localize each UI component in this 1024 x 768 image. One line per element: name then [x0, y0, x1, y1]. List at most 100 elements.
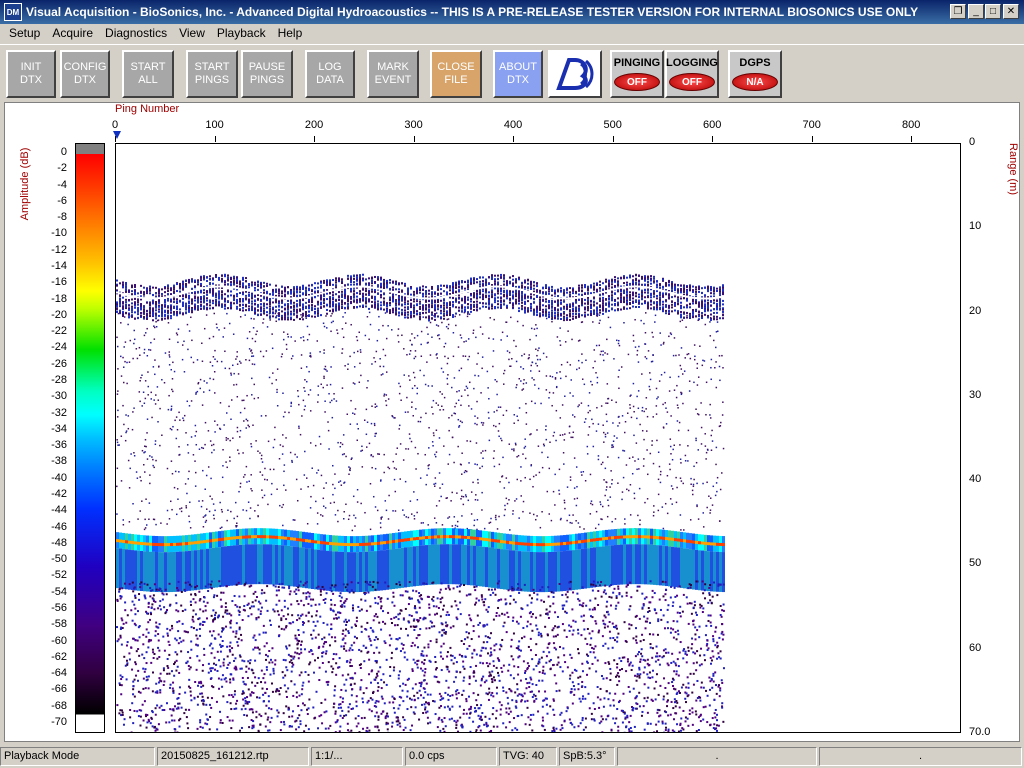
menu-setup[interactable]: Setup	[0, 26, 46, 40]
echo-sample	[236, 307, 238, 310]
echo-sample	[131, 428, 134, 431]
echo-sample	[482, 298, 484, 301]
menu-playback[interactable]: Playback	[211, 26, 272, 40]
echo-sample	[133, 338, 136, 341]
echo-sample	[505, 497, 508, 500]
echo-sample	[143, 315, 145, 318]
echo-sample	[548, 316, 550, 319]
echo-sample	[655, 413, 658, 415]
echo-sample	[671, 310, 673, 313]
menu-diagnostics[interactable]: Diagnostics	[99, 26, 173, 40]
echo-sample	[452, 301, 454, 304]
echo-sample	[281, 301, 283, 304]
echo-sample	[201, 342, 203, 345]
echo-sample	[630, 416, 633, 419]
echo-sample	[356, 295, 358, 298]
echo-sample	[659, 293, 661, 296]
init-dtx-button[interactable]: INIT DTX	[6, 50, 56, 98]
echo-sample	[329, 303, 331, 306]
echo-sample	[442, 408, 445, 411]
echo-sample	[205, 519, 208, 522]
echo-sample	[144, 380, 147, 382]
echo-sample	[131, 293, 133, 296]
echo-sample	[309, 389, 312, 391]
echo-sample	[431, 285, 433, 288]
echo-sample	[211, 365, 214, 367]
echo-sample	[437, 315, 439, 318]
echo-sample	[521, 297, 523, 300]
echo-sample	[590, 285, 592, 288]
config-dtx-button[interactable]: CONFIG DTX	[60, 50, 110, 98]
echo-sample	[233, 295, 235, 298]
echo-sample	[215, 302, 217, 305]
echo-sample	[643, 458, 645, 460]
echo-sample	[419, 307, 421, 310]
echo-sample	[266, 284, 268, 287]
echo-sample	[454, 405, 456, 408]
echo-sample	[398, 296, 400, 299]
echo-sample	[434, 301, 436, 304]
maximize-icon[interactable]: □	[985, 4, 1001, 19]
echo-sample	[419, 300, 421, 303]
menu-help[interactable]: Help	[272, 26, 309, 40]
echo-sample	[503, 295, 505, 298]
close-icon[interactable]: ✕	[1003, 4, 1019, 19]
echo-sample	[650, 282, 652, 285]
echo-sample	[389, 281, 391, 284]
mark-event-button[interactable]: MARK EVENT	[367, 50, 419, 98]
echo-sample	[257, 313, 259, 316]
echo-sample	[392, 281, 394, 284]
echo-sample	[677, 407, 679, 409]
echo-sample	[457, 346, 460, 348]
echo-sample	[539, 293, 542, 296]
echo-sample	[218, 300, 220, 303]
echo-sample	[293, 312, 295, 315]
echo-sample	[453, 461, 455, 464]
echo-sample	[269, 295, 272, 298]
echo-sample	[368, 442, 371, 445]
echo-sample	[380, 276, 382, 279]
echo-sample	[671, 287, 673, 290]
echo-sample	[440, 299, 442, 302]
echo-sample	[536, 314, 538, 317]
echo-sample	[679, 458, 682, 460]
echo-sample	[272, 446, 275, 449]
biosonics-logo-button[interactable]	[548, 50, 602, 98]
echo-sample	[638, 306, 640, 309]
range-tick-label: 20	[969, 304, 982, 317]
log-data-button[interactable]: LOG DATA	[305, 50, 355, 98]
echo-sample	[506, 280, 508, 283]
echo-sample	[587, 434, 590, 436]
menu-acquire[interactable]: Acquire	[46, 26, 99, 40]
echo-sample	[236, 430, 239, 433]
echo-sample	[413, 491, 415, 493]
echo-sample	[669, 445, 672, 448]
echo-sample	[206, 508, 208, 510]
start-all-button[interactable]: START ALL	[122, 50, 174, 98]
echo-sample	[185, 306, 187, 309]
echo-sample	[518, 300, 520, 303]
minimize-icon[interactable]: _	[968, 4, 984, 19]
pause-pings-button[interactable]: PAUSE PINGS	[241, 50, 293, 98]
restore-icon[interactable]: ❐	[950, 4, 966, 19]
echo-sample	[161, 313, 163, 316]
echo-sample	[557, 297, 560, 300]
start-pings-button[interactable]: START PINGS	[186, 50, 238, 98]
echo-sample	[155, 317, 157, 320]
echo-sample	[479, 276, 481, 279]
echo-sample	[251, 281, 253, 284]
echo-sample	[171, 472, 174, 475]
echo-sample	[357, 427, 360, 430]
echo-sample	[626, 290, 628, 293]
echogram-panel[interactable]: Ping Number Amplitude (dB) Range (m) 0 10…	[4, 102, 1020, 742]
echo-sample	[206, 279, 208, 282]
echo-sample	[242, 293, 244, 296]
echo-sample	[188, 307, 190, 310]
echo-sample	[662, 527, 665, 530]
about-dtx-button[interactable]: ABOUT DTX	[493, 50, 543, 98]
echo-sample	[605, 308, 607, 311]
menu-view[interactable]: View	[173, 26, 211, 40]
echo-sample	[581, 290, 583, 293]
echo-sample	[128, 316, 130, 319]
close-file-button[interactable]: CLOSE FILE	[430, 50, 482, 98]
